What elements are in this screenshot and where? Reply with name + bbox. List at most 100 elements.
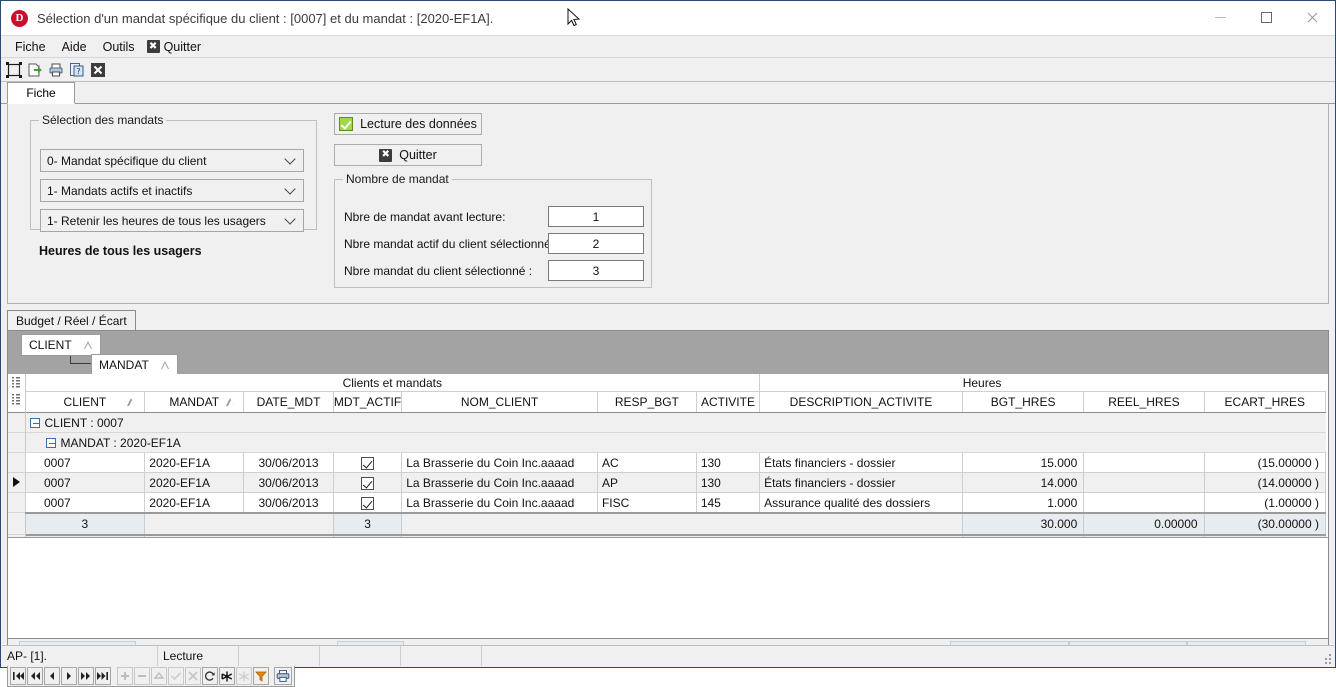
- cell-resp-bgt: AC: [596, 452, 697, 473]
- cell-description-activite: Assurance qualité des dossiers: [759, 492, 963, 514]
- close-x-icon: ✖: [146, 40, 160, 53]
- gutter-row-cell-current[interactable]: [8, 473, 25, 493]
- menu-item-quitter[interactable]: ✖ Quitter: [143, 38, 210, 56]
- minimize-button[interactable]: [1197, 1, 1243, 34]
- table-row[interactable]: 0007 2020-EF1A 30/06/2013 La Brasserie d…: [24, 452, 1327, 473]
- resize-grip-icon[interactable]: [1322, 654, 1332, 664]
- column-header-description-activite[interactable]: DESCRIPTION_ACTIVITE: [759, 391, 963, 413]
- filter-button[interactable]: [252, 667, 270, 685]
- cell-mdt-actif[interactable]: [332, 472, 403, 493]
- refresh-button[interactable]: [201, 667, 218, 685]
- gutter-row-cell[interactable]: [8, 453, 25, 473]
- insert-record-button[interactable]: [116, 667, 133, 685]
- checkbox-checked-icon[interactable]: [361, 476, 375, 490]
- cell-mandat: 2020-EF1A: [144, 472, 245, 493]
- menu-item-fiche[interactable]: Fiche: [7, 38, 54, 56]
- cell-activite: 130: [695, 472, 761, 493]
- close-button[interactable]: [1289, 1, 1335, 34]
- grid-menu-icon[interactable]: [12, 394, 20, 405]
- maximize-button[interactable]: [1243, 1, 1289, 34]
- grid-menu-icon[interactable]: [12, 377, 20, 388]
- tab-budget-reel-ecart[interactable]: Budget / Réel / Écart: [7, 310, 136, 330]
- band-clients-et-mandats: Clients et mandats: [25, 374, 761, 392]
- cell-date-mdt: 30/06/2013: [243, 492, 334, 514]
- column-header-ecart-hres[interactable]: ECART_HRES: [1204, 391, 1327, 413]
- collapse-icon[interactable]: [29, 417, 40, 428]
- group-by-band[interactable]: CLIENT MANDAT: [8, 331, 1328, 376]
- checkbox-checked-icon[interactable]: [361, 496, 375, 510]
- nbre-actif-row: Nbre mandat actif du client sélectionné …: [344, 233, 644, 254]
- tab-fiche[interactable]: Fiche: [7, 82, 75, 104]
- group-row-client[interactable]: CLIENT : 0007: [25, 412, 1326, 433]
- column-header-mdt-actif[interactable]: MDT_ACTIF: [333, 391, 403, 413]
- cell-date-mdt: 30/06/2013: [243, 452, 334, 473]
- group-chip-mandat[interactable]: MANDAT: [91, 354, 178, 376]
- close-x-toolbar-icon[interactable]: [89, 61, 107, 79]
- cell-reel-hres: [1083, 452, 1205, 473]
- nbre-avant-lecture-label: Nbre de mandat avant lecture:: [344, 209, 506, 224]
- gutter-row-cell[interactable]: [8, 493, 25, 513]
- table-row[interactable]: 0007 2020-EF1A 30/06/2013 La Brasserie d…: [24, 472, 1327, 493]
- group-row-mandat[interactable]: MANDAT : 2020-EF1A: [25, 432, 1326, 453]
- status-cell-mode: Lecture: [158, 646, 239, 666]
- nbre-actif-field[interactable]: 2: [548, 233, 644, 254]
- cell-nom-client: La Brasserie du Coin Inc.aaaad: [401, 452, 598, 473]
- mandat-selection-group-title: Sélection des mandats: [42, 113, 164, 127]
- table-row[interactable]: 0007 2020-EF1A 30/06/2013 La Brasserie d…: [24, 492, 1327, 514]
- group-chip-client[interactable]: CLIENT: [21, 334, 101, 356]
- nbre-client-field[interactable]: 3: [548, 260, 644, 281]
- dropdown-mandat-type[interactable]: 0- Mandat spécifique du client: [40, 149, 304, 172]
- cell-ecart-hres: (1.00000 ): [1203, 492, 1327, 514]
- dropdown-heures-usagers-value: 1- Retenir les heures de tous les usager…: [47, 213, 266, 228]
- column-header-date-mdt[interactable]: DATE_MDT: [243, 391, 334, 413]
- next-page-button[interactable]: [78, 667, 95, 685]
- grid-empty-space: [8, 537, 1328, 638]
- collapse-all-button[interactable]: [235, 667, 252, 685]
- collapse-icon[interactable]: [45, 437, 56, 448]
- cancel-edit-button[interactable]: [184, 667, 201, 685]
- column-header-activite[interactable]: ACTIVITE: [696, 391, 761, 413]
- close-x-icon: ✖: [379, 148, 393, 162]
- post-edit-button[interactable]: [167, 667, 184, 685]
- minimize-icon: [1214, 17, 1226, 18]
- export-icon[interactable]: [26, 61, 44, 79]
- summary-row-mandat: 3 3 30.000 0.00000 (30.00000 ): [25, 512, 1327, 536]
- prior-page-button[interactable]: [27, 667, 44, 685]
- select-all-icon[interactable]: [5, 61, 23, 79]
- sort-ascending-icon: [83, 341, 93, 349]
- sort-ascending-icon: [127, 398, 136, 406]
- next-record-button[interactable]: [61, 667, 78, 685]
- column-header-nom-client[interactable]: NOM_CLIENT: [401, 391, 598, 413]
- expand-all-button[interactable]: [218, 667, 235, 685]
- last-record-button[interactable]: [95, 667, 112, 685]
- nbre-avant-lecture-field[interactable]: 1: [548, 206, 644, 227]
- help-icon[interactable]: ?: [68, 61, 86, 79]
- quit-button[interactable]: ✖ Quitter: [334, 144, 482, 166]
- column-header-client[interactable]: CLIENT: [25, 391, 146, 413]
- cell-mdt-actif[interactable]: [332, 452, 403, 473]
- delete-record-button[interactable]: [133, 667, 150, 685]
- dropdown-heures-usagers[interactable]: 1- Retenir les heures de tous les usager…: [40, 209, 304, 232]
- menu-item-aide[interactable]: Aide: [54, 38, 95, 56]
- nombre-mandat-group: Nombre de mandat Nbre de mandat avant le…: [334, 172, 652, 288]
- menu-item-outils[interactable]: Outils: [95, 38, 143, 56]
- print-grid-button[interactable]: [274, 667, 293, 685]
- column-header-reel-hres[interactable]: REEL_HRES: [1083, 391, 1205, 413]
- edit-record-button[interactable]: [150, 667, 167, 685]
- dropdown-mandat-type-value: 0- Mandat spécifique du client: [47, 153, 207, 168]
- dropdown-mandat-status[interactable]: 1- Mandats actifs et inactifs: [40, 179, 304, 202]
- cell-activite: 145: [695, 492, 761, 514]
- prior-record-button[interactable]: [44, 667, 61, 685]
- close-icon: [1306, 12, 1318, 24]
- column-header-mandat-label: MANDAT: [169, 395, 220, 409]
- read-data-button[interactable]: Lecture des données: [334, 113, 482, 135]
- column-header-resp-bgt[interactable]: RESP_BGT: [597, 391, 697, 413]
- column-header-bgt-hres[interactable]: BGT_HRES: [962, 391, 1085, 413]
- first-record-button[interactable]: [10, 667, 27, 685]
- summary-mandat-ecart-hres: (30.00000 ): [1203, 512, 1327, 536]
- column-header-mandat[interactable]: MANDAT: [144, 391, 245, 413]
- print-icon[interactable]: [47, 61, 65, 79]
- checkbox-checked-icon[interactable]: [361, 456, 375, 470]
- status-cell-record: AP- [1].: [2, 646, 158, 666]
- cell-mdt-actif[interactable]: [332, 492, 403, 514]
